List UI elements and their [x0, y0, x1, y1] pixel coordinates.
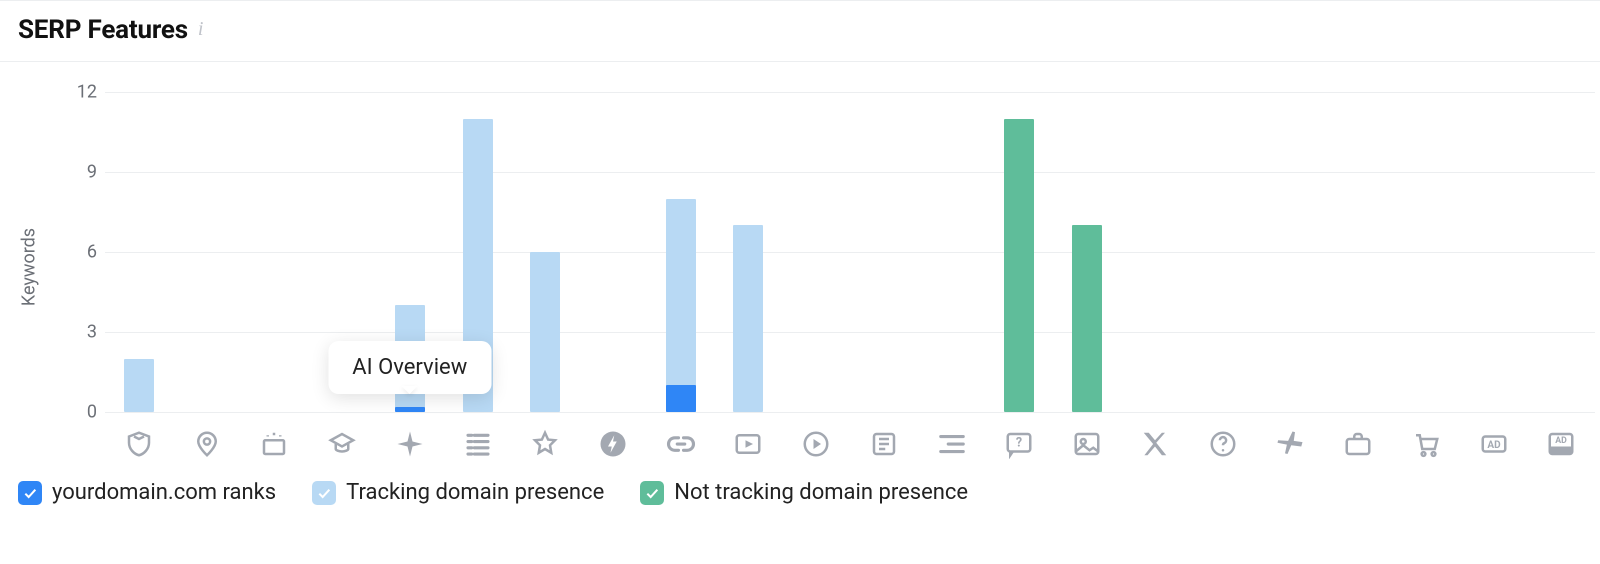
shopping-icon[interactable] [1411, 429, 1441, 459]
card-header: SERP Features i [0, 1, 1600, 62]
featured-snippet-icon[interactable] [124, 429, 154, 459]
reviews-icon[interactable] [530, 429, 560, 459]
plot-area: 036912 AI Overview [105, 92, 1595, 412]
ads-bottom-icon[interactable]: AD [1546, 429, 1576, 459]
bar-slot[interactable] [1392, 92, 1460, 412]
x-axis-icons: ? AD AD [105, 426, 1595, 462]
bar-slot[interactable] [1053, 92, 1121, 412]
twitter-icon[interactable] [1140, 429, 1170, 459]
ads-icon[interactable]: AD [1479, 429, 1509, 459]
bar-slot[interactable] [918, 92, 986, 412]
bar-presence [530, 252, 560, 412]
svg-text:?: ? [1016, 436, 1022, 451]
news-icon[interactable] [869, 429, 899, 459]
checkbox-icon [18, 481, 42, 505]
bar-slot[interactable] [579, 92, 647, 412]
legend-item-nottrack[interactable]: Not tracking domain presence [640, 480, 968, 505]
bar-slot[interactable] [1527, 92, 1595, 412]
bar-presence [733, 225, 763, 412]
flights-icon[interactable] [1275, 429, 1305, 459]
image-icon[interactable] [1072, 429, 1102, 459]
bar-slot[interactable] [850, 92, 918, 412]
bar-ranks [666, 385, 696, 412]
legend: yourdomain.com ranks Tracking domain pre… [0, 472, 1600, 505]
legend-label: yourdomain.com ranks [52, 480, 276, 505]
bar-ranks [395, 407, 425, 412]
bar-slot[interactable] [1324, 92, 1392, 412]
bar-nottrack [1072, 225, 1102, 412]
legend-label: Tracking domain presence [346, 480, 604, 505]
bar-slot[interactable] [715, 92, 783, 412]
svg-text:AD: AD [1555, 436, 1567, 446]
indented-icon[interactable] [937, 429, 967, 459]
legend-item-ranks[interactable]: yourdomain.com ranks [18, 480, 276, 505]
checkbox-icon [640, 481, 664, 505]
ai-overviews-list-icon[interactable] [259, 429, 289, 459]
bar-slot[interactable] [173, 92, 241, 412]
y-tick-label: 0 [57, 402, 97, 423]
card-title: SERP Features [18, 15, 188, 45]
video-carousel-icon[interactable] [801, 429, 831, 459]
info-icon[interactable]: i [198, 19, 204, 41]
questions-icon[interactable] [1208, 429, 1238, 459]
y-tick-label: 3 [57, 322, 97, 343]
bar-slot[interactable] [1121, 92, 1189, 412]
bar-slot[interactable] [1460, 92, 1528, 412]
bar-slot[interactable] [1189, 92, 1257, 412]
y-axis-label: Keywords [19, 228, 40, 306]
bar-slot[interactable] [1256, 92, 1324, 412]
bar-slot[interactable] [986, 92, 1054, 412]
svg-text:AD: AD [1487, 440, 1501, 451]
jobs-icon[interactable] [1343, 429, 1373, 459]
bar-slot[interactable] [511, 92, 579, 412]
bar-presence [124, 359, 154, 412]
chart: Keywords 036912 AI Overview ?ADAD [0, 62, 1600, 472]
y-tick-label: 12 [57, 82, 97, 103]
checkbox-icon [312, 481, 336, 505]
amp-icon[interactable] [598, 429, 628, 459]
y-tick-label: 6 [57, 242, 97, 263]
bar-presence [666, 199, 696, 412]
local-pack-icon[interactable] [192, 429, 222, 459]
bar-slot[interactable] [240, 92, 308, 412]
bar-slot[interactable] [647, 92, 715, 412]
link-icon[interactable] [666, 429, 696, 459]
knowledge-panel-icon[interactable] [327, 429, 357, 459]
y-tick-label: 9 [57, 162, 97, 183]
faq-icon[interactable]: ? [1004, 429, 1034, 459]
serp-features-card: SERP Features i Keywords 036912 AI Overv… [0, 0, 1600, 564]
video-icon[interactable] [733, 429, 763, 459]
sitelinks-icon[interactable] [463, 429, 493, 459]
ai-overview-icon[interactable] [395, 429, 425, 459]
tooltip: AI Overview [328, 341, 491, 394]
bar-slot[interactable] [782, 92, 850, 412]
legend-item-presence[interactable]: Tracking domain presence [312, 480, 604, 505]
bar-nottrack [1004, 119, 1034, 412]
bar-slot[interactable] [105, 92, 173, 412]
legend-label: Not tracking domain presence [674, 480, 968, 505]
tooltip-text: AI Overview [352, 355, 467, 380]
